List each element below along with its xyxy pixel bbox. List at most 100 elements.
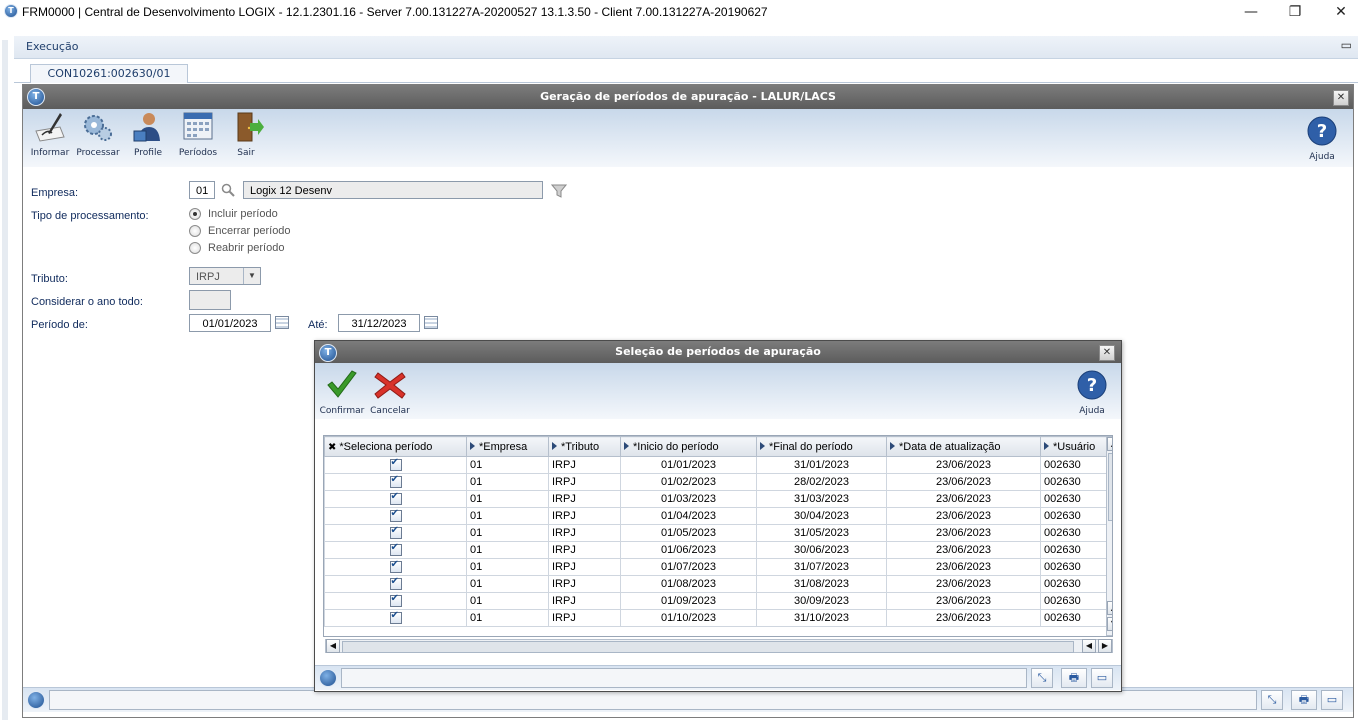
menu-restore-icon[interactable]: ▭ — [1341, 38, 1352, 52]
ajuda-button[interactable]: ? Ajuda — [1297, 115, 1347, 162]
informar-button[interactable]: Informar — [25, 111, 75, 158]
row-checkbox[interactable] — [389, 474, 402, 489]
cell-final: 30/06/2023 — [756, 541, 887, 559]
table-row[interactable]: 01IRPJ01/08/202331/08/202323/06/20230026… — [324, 575, 1107, 593]
table-row[interactable]: 01IRPJ01/07/202331/07/202323/06/20230026… — [324, 558, 1107, 576]
scroll-left-2-icon[interactable]: ◀ — [1082, 639, 1096, 653]
row-checkbox[interactable] — [389, 508, 402, 523]
scroll-up-icon[interactable]: ▲ — [1107, 437, 1112, 451]
select-all-icon[interactable]: ✖ — [328, 442, 336, 453]
table-row[interactable]: 01IRPJ01/04/202330/04/202323/06/20230026… — [324, 507, 1107, 525]
table-row[interactable]: 01IRPJ01/03/202331/03/202323/06/20230026… — [324, 490, 1107, 508]
printer-icon[interactable]: 🖶 — [1291, 690, 1317, 710]
cell-atualizacao: 23/06/2023 — [886, 507, 1041, 525]
row-checkbox[interactable] — [389, 593, 402, 608]
svg-text:?: ? — [1087, 375, 1097, 396]
confirmar-button[interactable]: Confirmar — [317, 369, 367, 416]
empresa-code-field[interactable]: 01 — [189, 181, 215, 199]
dialog-status-logo-icon[interactable] — [319, 669, 337, 687]
tributo-select[interactable]: IRPJ ▼ — [189, 267, 261, 285]
status-logo-icon[interactable] — [27, 691, 45, 709]
dialog-printer-icon[interactable]: 🖶 — [1061, 668, 1087, 688]
minimize-button[interactable]: — — [1240, 2, 1262, 22]
col-seleciona[interactable]: ✖ *Seleciona período — [324, 436, 467, 457]
main-close-button[interactable]: ✕ — [1333, 90, 1349, 106]
chevron-down-icon[interactable]: ▼ — [243, 268, 260, 284]
scroll-left-icon[interactable]: ◀ — [326, 639, 340, 653]
col-atualizacao[interactable]: *Data de atualização — [886, 436, 1041, 457]
cell-empresa: 01 — [466, 473, 549, 491]
table-row[interactable]: 01IRPJ01/06/202330/06/202323/06/20230026… — [324, 541, 1107, 559]
row-checkbox[interactable] — [389, 559, 402, 574]
cell-atualizacao: 23/06/2023 — [886, 490, 1041, 508]
col-inicio[interactable]: *Inicio do período — [620, 436, 757, 457]
scroll-right-icon[interactable]: ▶ — [1098, 639, 1112, 653]
col-tributo[interactable]: *Tributo — [548, 436, 621, 457]
periodo-de-field[interactable]: 01/01/2023 — [189, 314, 271, 332]
row-checkbox[interactable] — [389, 576, 402, 591]
main-status-text — [49, 690, 1257, 710]
cell-usuario: 002630 — [1040, 490, 1107, 508]
left-edge-handle[interactable] — [2, 40, 8, 720]
periodo-ate-field[interactable]: 31/12/2023 — [338, 314, 420, 332]
tab-con10261[interactable]: CON10261:002630/01 — [30, 64, 188, 83]
col-empresa[interactable]: *Empresa — [466, 436, 549, 457]
radio-incluir[interactable] — [189, 208, 201, 220]
menu-item-execucao[interactable]: Execução — [26, 40, 78, 53]
cell-atualizacao: 23/06/2023 — [886, 473, 1041, 491]
table-row[interactable]: 01IRPJ01/02/202328/02/202323/06/20230026… — [324, 473, 1107, 491]
dialog-ajuda-button[interactable]: ? Ajuda — [1067, 369, 1117, 416]
cell-atualizacao: 23/06/2023 — [886, 541, 1041, 559]
resize-icon[interactable]: ⤡ — [1261, 690, 1283, 710]
cell-inicio: 01/03/2023 — [620, 490, 757, 508]
col-final[interactable]: *Final do período — [756, 436, 887, 457]
dialog-resize-icon[interactable]: ⤡ — [1031, 668, 1053, 688]
table-row[interactable]: 01IRPJ01/09/202330/09/202323/06/20230026… — [324, 592, 1107, 610]
radio-encerrar[interactable] — [189, 225, 201, 237]
scroll-up-2-icon[interactable]: ▲ — [1107, 601, 1112, 615]
col-inicio-label: *Inicio do período — [633, 440, 719, 453]
row-checkbox[interactable] — [389, 457, 402, 472]
periodos-button[interactable]: Períodos — [173, 109, 223, 158]
scroll-down-icon[interactable]: ▼ — [1107, 617, 1112, 631]
calendar-de-icon[interactable] — [275, 316, 289, 329]
cell-inicio: 01/02/2023 — [620, 473, 757, 491]
row-checkbox[interactable] — [389, 491, 402, 506]
processar-button[interactable]: Processar — [73, 111, 123, 158]
vertical-scrollbar[interactable]: ▲ ▲ ▼ — [1106, 436, 1112, 636]
profile-label: Profile — [134, 148, 162, 158]
horizontal-scroll-thumb[interactable] — [342, 641, 1074, 653]
calendar-ate-icon[interactable] — [424, 316, 438, 329]
cell-usuario: 002630 — [1040, 575, 1107, 593]
row-checkbox[interactable] — [389, 610, 402, 625]
restore-button[interactable]: ❐ — [1284, 2, 1306, 22]
close-button[interactable]: ✕ — [1330, 2, 1352, 22]
dialog-chat-icon[interactable]: ▭ — [1091, 668, 1113, 688]
check-icon — [327, 370, 357, 398]
cell-tributo: IRPJ — [548, 575, 621, 593]
cell-tributo: IRPJ — [548, 473, 621, 491]
col-usuario[interactable]: *Usuário — [1040, 436, 1107, 457]
filter-icon[interactable] — [551, 183, 567, 199]
sort-arrow-icon — [760, 441, 765, 450]
chat-icon[interactable]: ▭ — [1321, 690, 1343, 710]
cell-empresa: 01 — [466, 558, 549, 576]
search-icon[interactable] — [221, 183, 235, 197]
vertical-scroll-thumb[interactable] — [1108, 453, 1112, 521]
table-row[interactable]: 01IRPJ01/10/202331/10/202323/06/20230026… — [324, 609, 1107, 627]
table-row[interactable]: 01IRPJ01/05/202331/05/202323/06/20230026… — [324, 524, 1107, 542]
horizontal-scrollbar[interactable]: ◀ ◀ ▶ — [325, 639, 1113, 653]
row-checkbox[interactable] — [389, 525, 402, 540]
considerar-field[interactable] — [189, 290, 231, 310]
dialog-close-button[interactable]: ✕ — [1099, 345, 1115, 361]
ate-label: Até: — [308, 319, 328, 331]
row-checkbox[interactable] — [389, 542, 402, 557]
cancelar-button[interactable]: Cancelar — [365, 369, 415, 416]
sair-button[interactable]: Sair — [221, 111, 271, 158]
table-row[interactable]: 01IRPJ01/01/202331/01/202323/06/20230026… — [324, 456, 1107, 474]
radio-reabrir[interactable] — [189, 242, 201, 254]
cell-usuario: 002630 — [1040, 558, 1107, 576]
radio-reabrir-label: Reabrir período — [208, 242, 285, 254]
cell-final: 31/08/2023 — [756, 575, 887, 593]
profile-button[interactable]: Profile — [123, 111, 173, 158]
